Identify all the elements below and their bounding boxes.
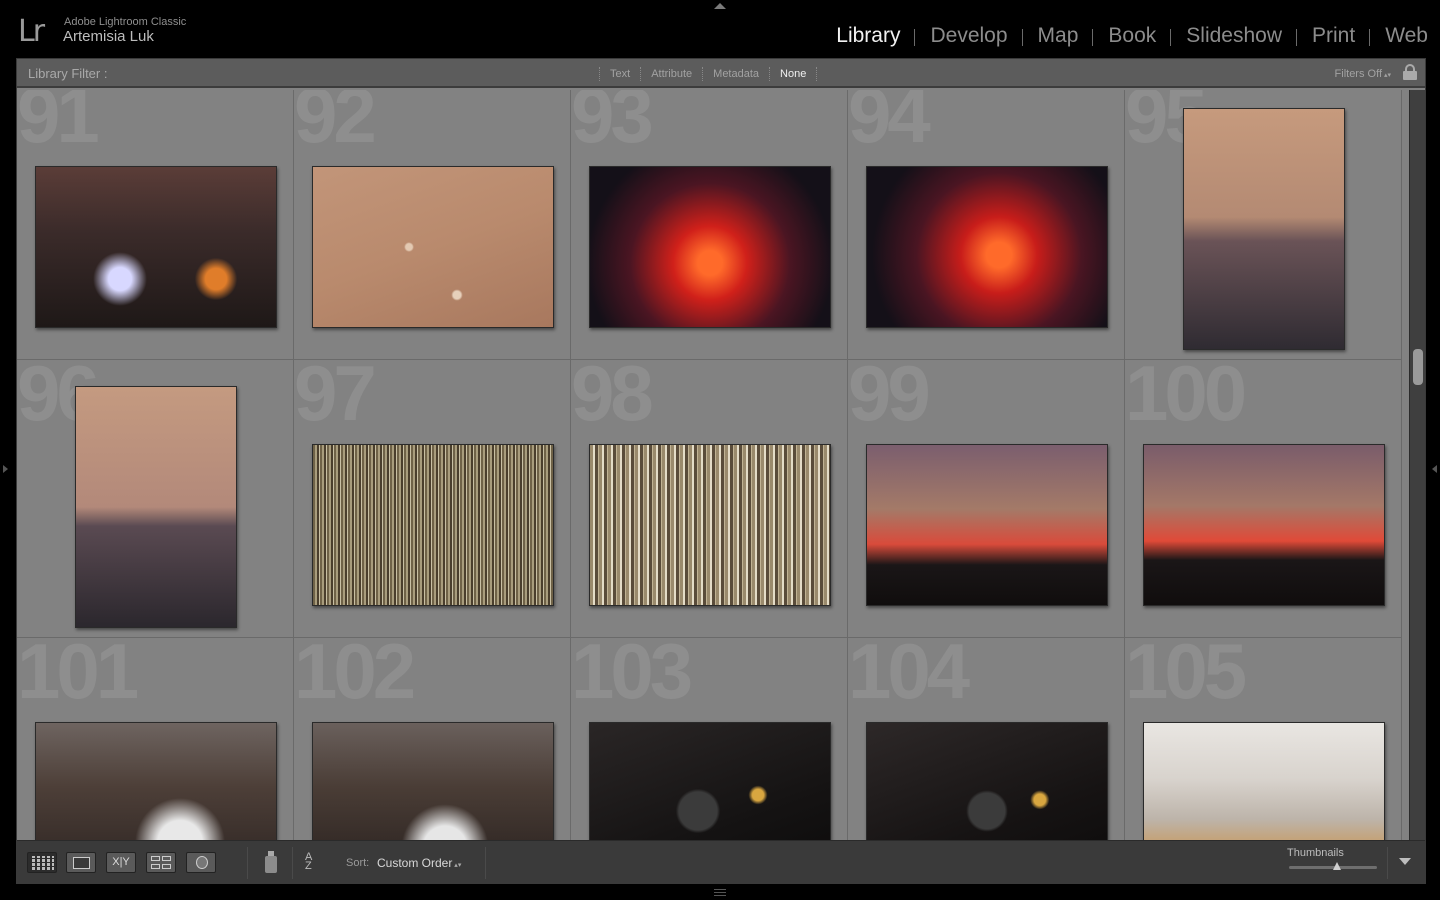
filmstrip-toggle-icon[interactable] [714, 888, 726, 896]
cell-index-number: 104 [848, 638, 970, 715]
cell-index-number: 93 [571, 90, 654, 159]
filter-tabs: Text Attribute Metadata None [599, 67, 818, 81]
cell-index-number: 105 [1125, 638, 1247, 715]
grid-cell[interactable]: 105 [1125, 638, 1402, 840]
toolbar-divider [485, 847, 486, 879]
sort-label: Sort: [346, 857, 370, 869]
photo-thumbnail[interactable] [1143, 722, 1385, 840]
photo-thumbnail[interactable] [312, 444, 554, 606]
thumbnail-grid-viewport: 91 92 93 94 95 96 97 98 99 100 101 102 103 104 105 [17, 90, 1405, 840]
grid-cell[interactable]: 101 [17, 638, 294, 840]
grid-cell[interactable]: 98 [571, 360, 848, 638]
module-web[interactable]: Web [1370, 24, 1428, 48]
thumbnails-label: Thumbnails [1287, 847, 1344, 859]
module-print[interactable]: Print [1297, 24, 1371, 48]
photo-thumbnail[interactable] [312, 166, 554, 328]
photo-thumbnail[interactable] [866, 166, 1108, 328]
thumbnail-grid: 91 92 93 94 95 96 97 98 99 100 101 102 103 104 105 [17, 90, 1402, 840]
right-panel-toggle-icon[interactable] [1432, 465, 1437, 473]
filter-tab-metadata[interactable]: Metadata [702, 67, 769, 81]
toolbar-divider [292, 847, 293, 879]
cell-index-number: 99 [848, 360, 931, 437]
grid-view-button[interactable] [27, 852, 57, 873]
cell-index-number: 94 [848, 90, 931, 159]
filter-presets-dropdown[interactable]: Filters Off [1335, 68, 1391, 80]
sort-direction-icon[interactable]: AZ [305, 852, 312, 872]
library-toolbar: X|Y AZ Sort: Custom Order Thumbnails [17, 840, 1425, 884]
cell-index-number: 100 [1125, 360, 1247, 437]
photo-thumbnail[interactable] [1143, 444, 1385, 606]
grid-cell[interactable]: 99 [848, 360, 1125, 638]
face-icon [196, 856, 208, 869]
module-picker: Library Develop Map Book Slideshow Print Web [821, 24, 1428, 48]
cell-index-number: 102 [294, 638, 416, 715]
grid-cell[interactable]: 104 [848, 638, 1125, 840]
toolbar-content-menu-icon[interactable] [1399, 858, 1411, 865]
grid-cell[interactable]: 92 [294, 90, 571, 360]
grid-cell[interactable]: 102 [294, 638, 571, 840]
lightroom-logo: Lr [18, 14, 45, 49]
grid-icon [32, 856, 54, 870]
grid-cell[interactable]: 91 [17, 90, 294, 360]
filter-tab-none[interactable]: None [769, 67, 818, 81]
thumbnail-size-slider-knob[interactable] [1333, 862, 1342, 870]
sort-order-dropdown[interactable]: Custom Order [377, 856, 461, 870]
cell-index-number: 98 [571, 360, 654, 437]
cell-index-number: 92 [294, 90, 377, 159]
painter-spray-can-icon[interactable] [265, 851, 277, 873]
photo-thumbnail[interactable] [75, 386, 237, 628]
photo-thumbnail[interactable] [866, 722, 1108, 840]
grid-cell[interactable]: 97 [294, 360, 571, 638]
library-grid-frame: Library Filter : Text Attribute Metadata No… [16, 58, 1426, 884]
cell-index-number: 103 [571, 638, 693, 715]
scrollbar-thumb[interactable] [1413, 349, 1423, 385]
toolbar-divider [247, 847, 248, 879]
photo-thumbnail[interactable] [312, 722, 554, 840]
module-develop[interactable]: Develop [915, 24, 1023, 48]
photo-thumbnail[interactable] [589, 166, 831, 328]
photo-thumbnail[interactable] [35, 166, 277, 328]
cell-index-number: 91 [17, 90, 100, 159]
user-name: Artemisia Luk [63, 28, 154, 45]
identity-plate: Lr Adobe Lightroom Classic Artemisia Luk… [0, 0, 1440, 58]
left-panel-toggle-icon[interactable] [3, 465, 8, 473]
photo-thumbnail[interactable] [35, 722, 277, 840]
filter-tab-text[interactable]: Text [599, 67, 640, 81]
grid-cell[interactable]: 96 [17, 360, 294, 638]
app-name: Adobe Lightroom Classic [64, 16, 187, 28]
grid-cell[interactable]: 95 [1125, 90, 1402, 360]
people-view-button[interactable] [186, 852, 216, 873]
compare-view-button[interactable]: X|Y [106, 852, 136, 873]
grid-cell[interactable]: 93 [571, 90, 848, 360]
photo-thumbnail[interactable] [589, 722, 831, 840]
module-library[interactable]: Library [821, 24, 916, 48]
photo-thumbnail[interactable] [866, 444, 1108, 606]
lock-icon[interactable] [1403, 64, 1417, 80]
module-slideshow[interactable]: Slideshow [1171, 24, 1297, 48]
photo-thumbnail[interactable] [1183, 108, 1345, 350]
survey-view-button[interactable] [146, 852, 176, 873]
loupe-view-button[interactable] [66, 852, 96, 873]
module-map[interactable]: Map [1023, 24, 1094, 48]
grid-cell[interactable]: 94 [848, 90, 1125, 360]
grid-scrollbar[interactable] [1409, 90, 1425, 840]
module-book[interactable]: Book [1093, 24, 1172, 48]
cell-index-number: 97 [294, 360, 377, 437]
loupe-icon [73, 857, 90, 869]
library-filter-bar: Library Filter : Text Attribute Metadata No… [17, 59, 1425, 88]
photo-thumbnail[interactable] [589, 444, 831, 606]
toolbar-divider [1387, 847, 1388, 879]
grid-cell[interactable]: 100 [1125, 360, 1402, 638]
top-panel-toggle-icon[interactable] [714, 3, 726, 9]
cell-index-number: 101 [17, 638, 139, 715]
filter-tab-attribute[interactable]: Attribute [640, 67, 702, 81]
library-filter-label: Library Filter : [28, 66, 108, 81]
grid-cell[interactable]: 103 [571, 638, 848, 840]
